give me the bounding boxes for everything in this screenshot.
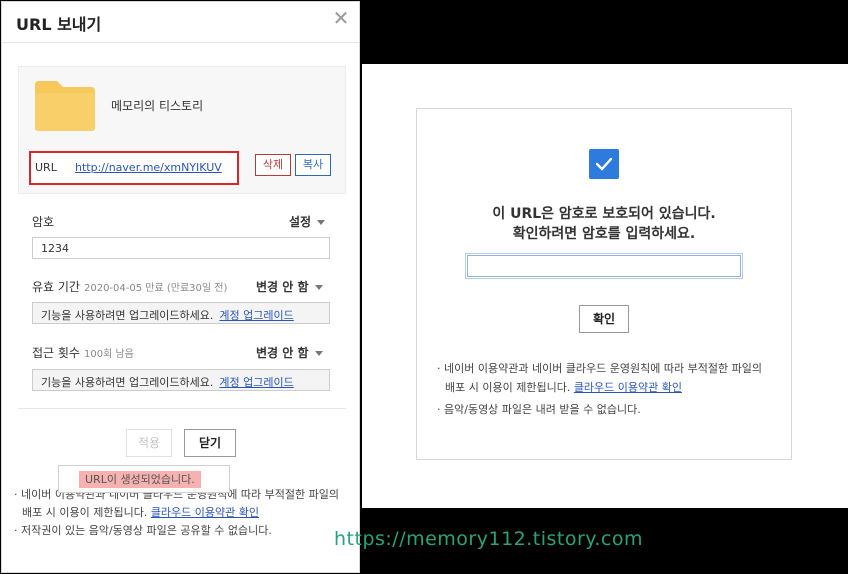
url-label: URL xyxy=(35,161,57,174)
folder-icon xyxy=(35,81,95,131)
password-setting-dropdown[interactable]: 설정 xyxy=(289,213,326,230)
note-item: · 음악/동영상 파일은 내려 받을 수 없습니다. xyxy=(437,403,641,416)
expiry-detail: 2020-04-05 만료 (만료30일 전) xyxy=(83,283,228,294)
panel-notes: · 네이버 이용약관과 네이버 클라우드 운영원칙에 따라 부적절한 파일의 배… xyxy=(435,359,775,422)
password-setting-label: 설정 xyxy=(289,215,312,229)
url-highlight-box: URL http://naver.me/xmNYIKUV xyxy=(29,151,239,185)
toast-message: URL이 생성되었습니다. xyxy=(58,465,230,493)
account-upgrade-link[interactable]: 계정 업그레이드 xyxy=(219,309,293,322)
checkmark-icon xyxy=(589,149,619,179)
expiry-change-label: 변경 안 함 xyxy=(256,280,309,294)
share-url-link[interactable]: http://naver.me/xmNYIKUV xyxy=(75,161,222,174)
note-item: · 저작권이 있는 음악/동영상 파일은 공유할 수 없습니다. xyxy=(14,524,272,537)
dialog-title: URL 보내기 xyxy=(16,15,102,34)
file-info-box: 메모리의 티스토리 URL http://naver.me/xmNYIKUV 삭… xyxy=(18,66,346,194)
upgrade-text: 기능을 사용하려면 업그레이드하세요. xyxy=(41,309,214,322)
account-upgrade-link[interactable]: 계정 업그레이드 xyxy=(219,376,293,389)
password-card: 이 URL은 암호로 보호되어 있습니다. 확인하려면 암호를 입력하세요. 확… xyxy=(416,108,792,460)
url-send-dialog: URL 보내기 ✕ 메모리의 티스토리 URL http://naver.me/… xyxy=(1,1,360,573)
password-entry-input[interactable] xyxy=(465,253,743,279)
blog-watermark: https://memory112.tistory.com xyxy=(334,528,643,550)
caret-down-icon xyxy=(314,351,323,356)
enter-password-message: 확인하려면 암호를 입력하세요. xyxy=(512,226,696,242)
dialog-notes: · 네이버 이용약관과 네이버 클라우드 운영원칙에 따라 부적절한 파일의 배… xyxy=(12,486,348,540)
access-count-change-dropdown[interactable]: 변경 안 함 xyxy=(256,344,323,361)
caret-down-icon xyxy=(314,285,323,290)
protected-message: 이 URL은 암호로 보호되어 있습니다. xyxy=(492,206,716,222)
note-text: 저작권이 있는 음악/동영상 파일은 공유할 수 없습니다. xyxy=(21,524,272,537)
password-protected-page: 이 URL은 암호로 보호되어 있습니다. 확인하려면 암호를 입력하세요. 확… xyxy=(362,64,848,508)
delete-button[interactable]: 삭제 xyxy=(255,154,291,176)
apply-button[interactable]: 적용 xyxy=(126,429,172,457)
note-text: 음악/동영상 파일은 내려 받을 수 없습니다. xyxy=(444,403,641,416)
access-count-change-label: 변경 안 함 xyxy=(256,346,309,360)
confirm-button[interactable]: 확인 xyxy=(579,305,629,333)
expiry-change-dropdown[interactable]: 변경 안 함 xyxy=(256,278,323,295)
copy-button[interactable]: 복사 xyxy=(295,154,331,176)
access-count-label: 접근 횟수 100회 남음 xyxy=(32,344,134,361)
title-divider xyxy=(2,42,359,43)
cloud-terms-link[interactable]: 클라우드 이용약관 확인 xyxy=(151,506,259,519)
password-input[interactable]: 1234 xyxy=(32,237,330,259)
toast-text: URL이 생성되었습니다. xyxy=(79,471,201,488)
expiry-upgrade-notice: 기능을 사용하려면 업그레이드하세요. 계정 업그레이드 xyxy=(32,302,330,324)
close-icon[interactable]: ✕ xyxy=(332,8,350,28)
file-name: 메모리의 티스토리 xyxy=(111,99,204,113)
cloud-terms-link[interactable]: 클라우드 이용약관 확인 xyxy=(574,381,682,394)
caret-down-icon xyxy=(317,220,326,225)
expiry-title: 유효 기간 xyxy=(32,280,80,294)
close-button[interactable]: 닫기 xyxy=(184,429,236,457)
access-count-title: 접근 횟수 xyxy=(32,346,80,360)
expiry-label: 유효 기간 2020-04-05 만료 (만료30일 전) xyxy=(32,278,227,295)
password-label: 암호 xyxy=(32,215,55,229)
note-item: · 네이버 이용약관과 네이버 클라우드 운영원칙에 따라 부적절한 파일의 배… xyxy=(437,362,762,394)
upgrade-text: 기능을 사용하려면 업그레이드하세요. xyxy=(41,376,214,389)
access-count-detail: 100회 남음 xyxy=(83,349,134,360)
section-divider xyxy=(18,408,346,409)
access-count-upgrade-notice: 기능을 사용하려면 업그레이드하세요. 계정 업그레이드 xyxy=(32,369,330,391)
